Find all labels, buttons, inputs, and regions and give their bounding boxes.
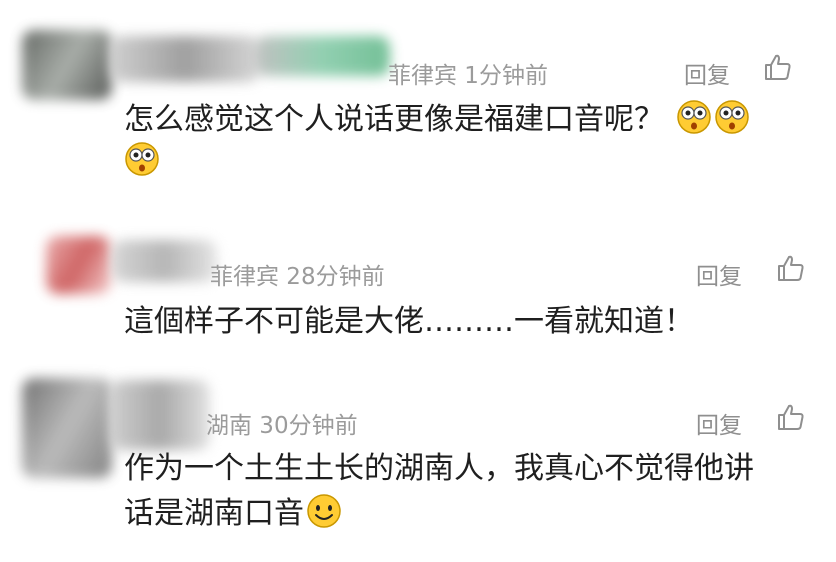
comment-meta: 菲律宾 1分钟前 [388,63,548,89]
comment-text: 怎么感觉这个人说话更像是福建口音呢？ [124,98,750,142]
comment-meta: 湖南 30分钟前 [206,413,358,439]
reply-button[interactable]: 回复 [696,406,742,440]
shocked-emoji-icon [714,100,749,134]
reply-button[interactable]: 回复 [684,56,730,90]
comment-text: 這個样子不可能是大佬………一看就知道！ [124,304,694,339]
thumbs-up-icon[interactable] [763,52,793,82]
shocked-emoji-icon [125,142,159,176]
comment-text-line: 怎么感觉这个人说话更像是福建口音呢？ [124,102,664,137]
comment-text-line: 话是湖南口音 [124,496,304,531]
comment-meta: 菲律宾 28分钟前 [210,264,385,290]
shocked-emoji-icon [676,100,711,134]
smile-emoji-icon [307,494,341,528]
reply-button[interactable]: 回复 [696,257,742,291]
comment-text-wrap [124,140,160,184]
comment-text-line: 作为一个土生土长的湖南人，我真心不觉得他讲 [124,451,754,486]
thumbs-up-icon[interactable] [776,253,806,283]
thumbs-up-icon[interactable] [776,402,806,432]
comment-text: 话是湖南口音 [124,492,342,536]
